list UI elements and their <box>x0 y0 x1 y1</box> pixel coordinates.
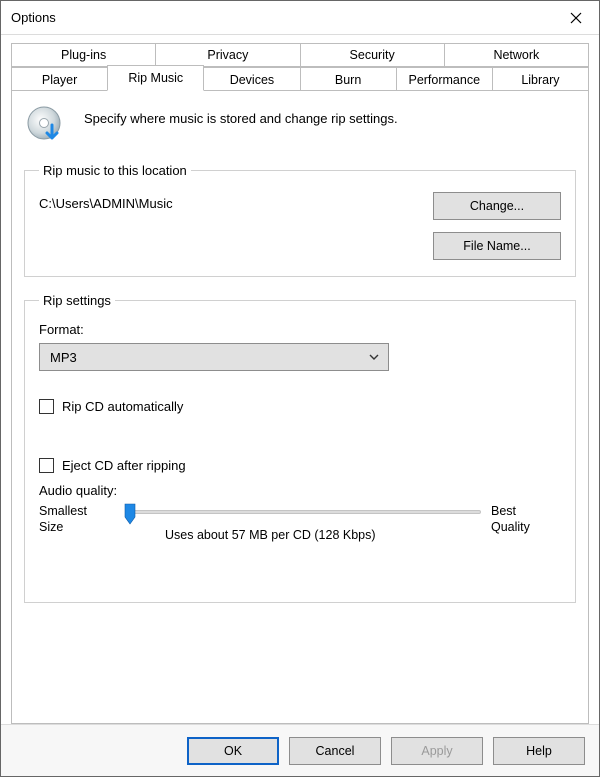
audio-quality-slider[interactable] <box>129 510 481 514</box>
tab-security[interactable]: Security <box>300 43 445 67</box>
group-rip-location-legend: Rip music to this location <box>39 163 191 178</box>
chevron-down-icon <box>368 351 380 363</box>
window-title: Options <box>11 10 56 25</box>
tab-strip: Plug-ins Privacy Security Network Player… <box>11 43 589 91</box>
eject-cd-label: Eject CD after ripping <box>62 458 186 473</box>
apply-button[interactable]: Apply <box>391 737 483 765</box>
rip-cd-automatically-row[interactable]: Rip CD automatically <box>39 399 561 414</box>
group-rip-location: Rip music to this location C:\Users\ADMI… <box>24 163 576 277</box>
options-window: Options Plug-ins Privacy Security Networ… <box>0 0 600 777</box>
close-icon <box>570 12 582 24</box>
tab-plug-ins[interactable]: Plug-ins <box>11 43 156 67</box>
best-quality-label: Best Quality <box>491 504 561 535</box>
tab-network[interactable]: Network <box>444 43 589 67</box>
dialog-footer: OK Cancel Apply Help <box>1 724 599 776</box>
help-button[interactable]: Help <box>493 737 585 765</box>
disc-rip-icon <box>26 105 66 145</box>
cancel-button[interactable]: Cancel <box>289 737 381 765</box>
audio-quality-info: Uses about 57 MB per CD (128 Kbps) <box>129 528 481 542</box>
tab-rip-music[interactable]: Rip Music <box>107 65 204 91</box>
titlebar: Options <box>1 1 599 35</box>
format-label: Format: <box>39 322 561 337</box>
format-select[interactable]: MP3 <box>39 343 389 371</box>
rip-location-path: C:\Users\ADMIN\Music <box>39 192 173 211</box>
close-button[interactable] <box>553 1 599 35</box>
tab-burn[interactable]: Burn <box>300 67 397 91</box>
rip-cd-automatically-label: Rip CD automatically <box>62 399 183 414</box>
slider-thumb[interactable] <box>124 503 136 525</box>
group-rip-settings: Rip settings Format: MP3 Rip CD automati… <box>24 293 576 603</box>
tab-player[interactable]: Player <box>11 67 108 91</box>
format-value: MP3 <box>50 350 77 365</box>
ok-button[interactable]: OK <box>187 737 279 765</box>
tab-performance[interactable]: Performance <box>396 67 493 91</box>
rip-cd-automatically-checkbox[interactable] <box>39 399 54 414</box>
eject-cd-row[interactable]: Eject CD after ripping <box>39 458 561 473</box>
tab-devices[interactable]: Devices <box>203 67 300 91</box>
smallest-size-label: Smallest Size <box>39 504 119 535</box>
file-name-button[interactable]: File Name... <box>433 232 561 260</box>
eject-cd-checkbox[interactable] <box>39 458 54 473</box>
group-rip-settings-legend: Rip settings <box>39 293 115 308</box>
intro-text: Specify where music is stored and change… <box>84 105 398 126</box>
audio-quality-label: Audio quality: <box>39 483 561 498</box>
tab-privacy[interactable]: Privacy <box>155 43 300 67</box>
tab-library[interactable]: Library <box>492 67 589 91</box>
tab-panel-rip-music: Specify where music is stored and change… <box>11 90 589 724</box>
change-button[interactable]: Change... <box>433 192 561 220</box>
